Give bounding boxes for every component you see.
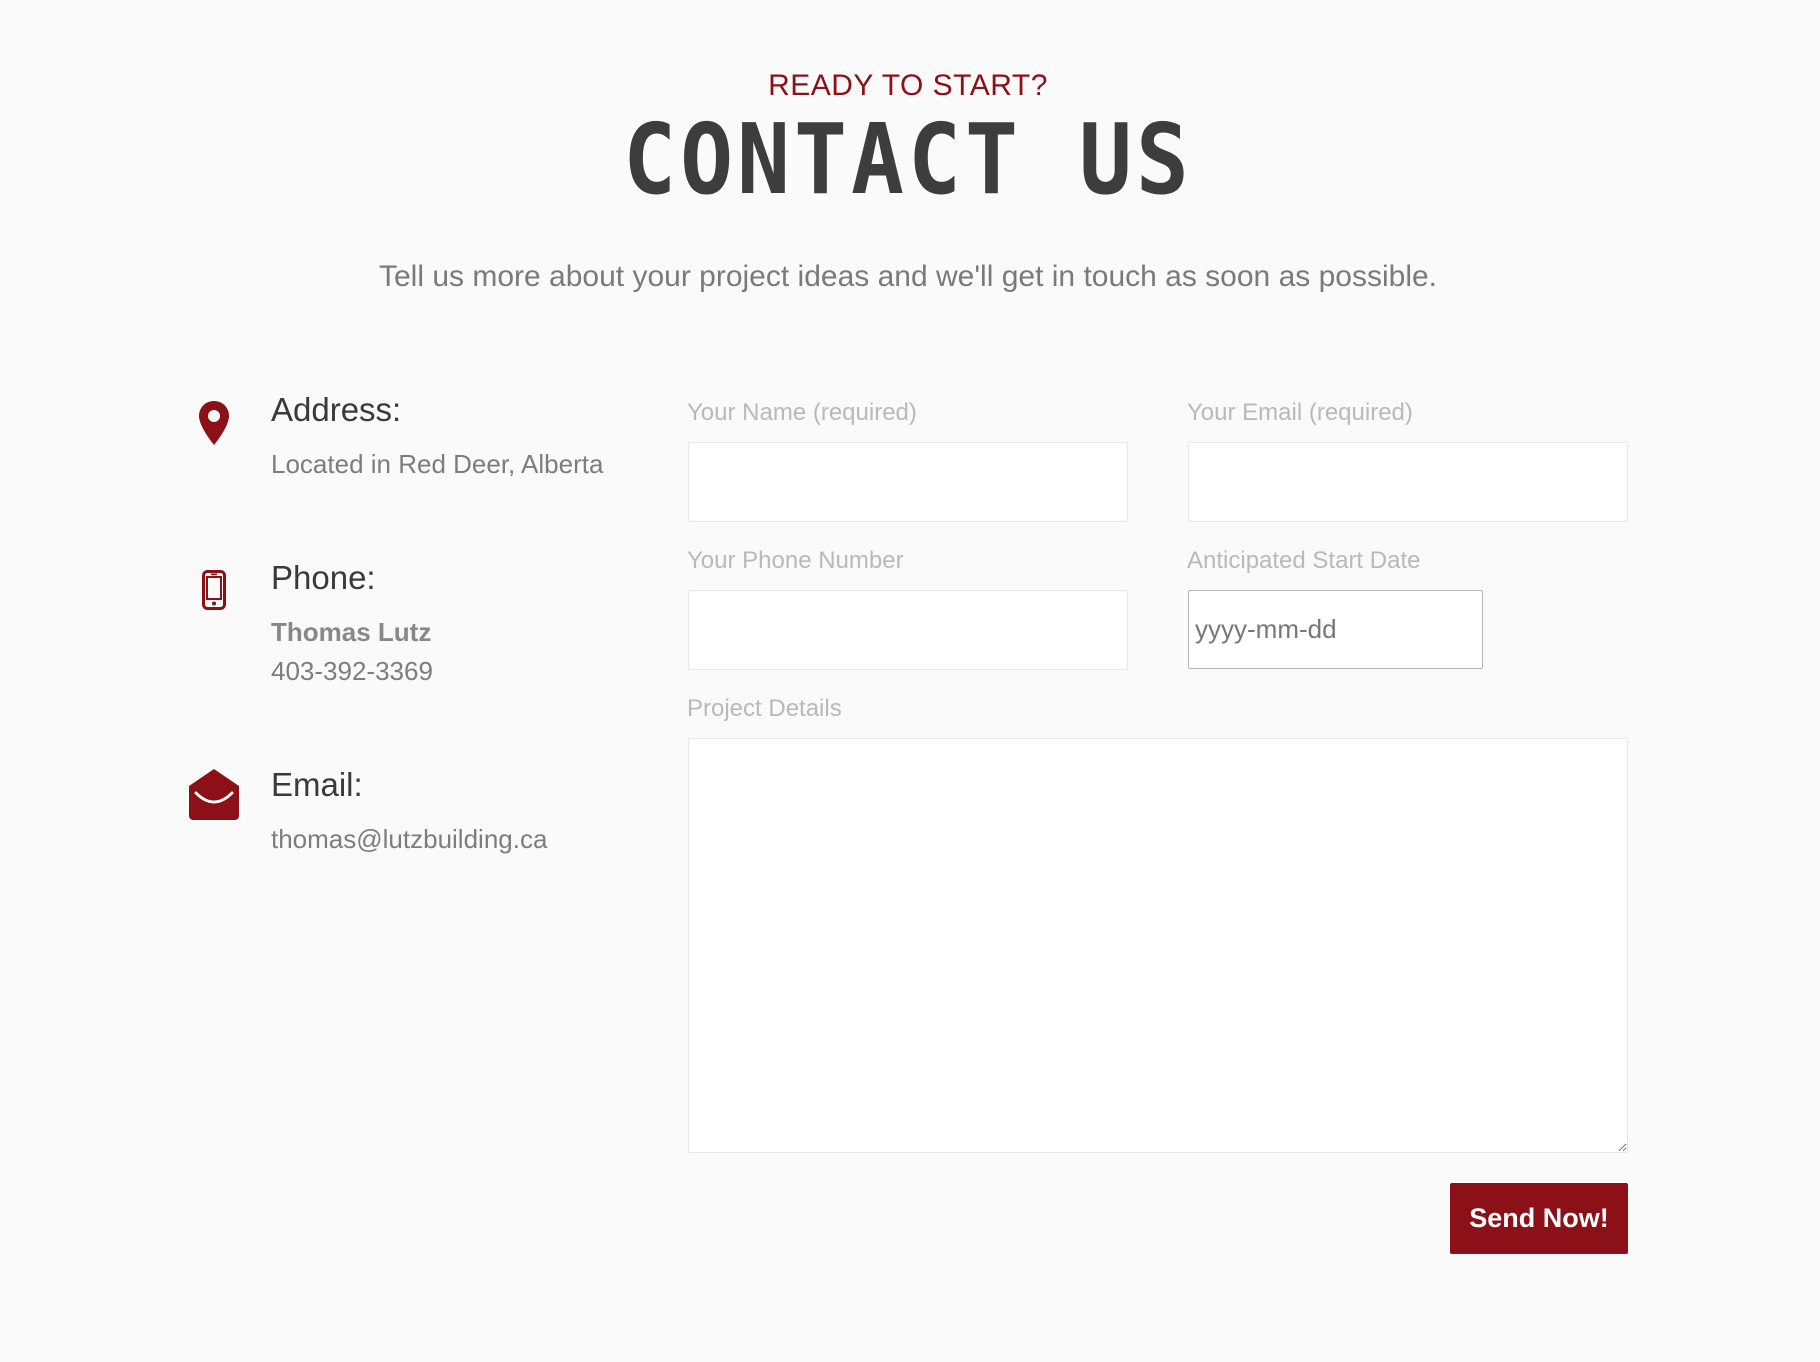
send-now-button[interactable]: Send Now!: [1450, 1183, 1628, 1254]
phone-field-label: Your Phone Number: [687, 547, 904, 574]
project-details-field-label: Project Details: [687, 695, 842, 722]
name-field[interactable]: [688, 442, 1128, 522]
section-lead-text: Tell us more about your project ideas an…: [379, 260, 1437, 293]
email-info: Email: thomas@lutzbuilding.ca: [186, 765, 646, 875]
mobile-phone-icon: [186, 570, 242, 610]
address-text: Located in Red Deer, Alberta: [271, 449, 604, 479]
page-title: CONTACT US: [623, 102, 1193, 217]
address-info: Address: Located in Red Deer, Alberta: [186, 390, 646, 500]
phone-title: Phone:: [271, 559, 376, 596]
name-field-label: Your Name (required): [687, 399, 917, 426]
email-address-link[interactable]: thomas@lutzbuilding.ca: [271, 820, 547, 858]
email-title: Email:: [271, 766, 363, 803]
map-pin-icon: [186, 400, 242, 446]
section-eyebrow: READY TO START?: [768, 69, 1048, 102]
phone-contact-name: Thomas Lutz: [271, 617, 432, 647]
project-details-field[interactable]: [688, 738, 1628, 1153]
start-date-field-label: Anticipated Start Date: [1187, 547, 1421, 574]
phone-info: Phone: Thomas Lutz 403-392-3369: [186, 558, 646, 698]
email-field[interactable]: [1188, 442, 1628, 522]
open-envelope-icon: [186, 768, 242, 820]
email-field-label: Your Email (required): [1187, 399, 1413, 426]
start-date-field[interactable]: [1188, 590, 1483, 669]
phone-field[interactable]: [688, 590, 1128, 670]
address-title: Address:: [271, 391, 402, 428]
phone-number-link[interactable]: 403-392-3369: [271, 652, 433, 690]
